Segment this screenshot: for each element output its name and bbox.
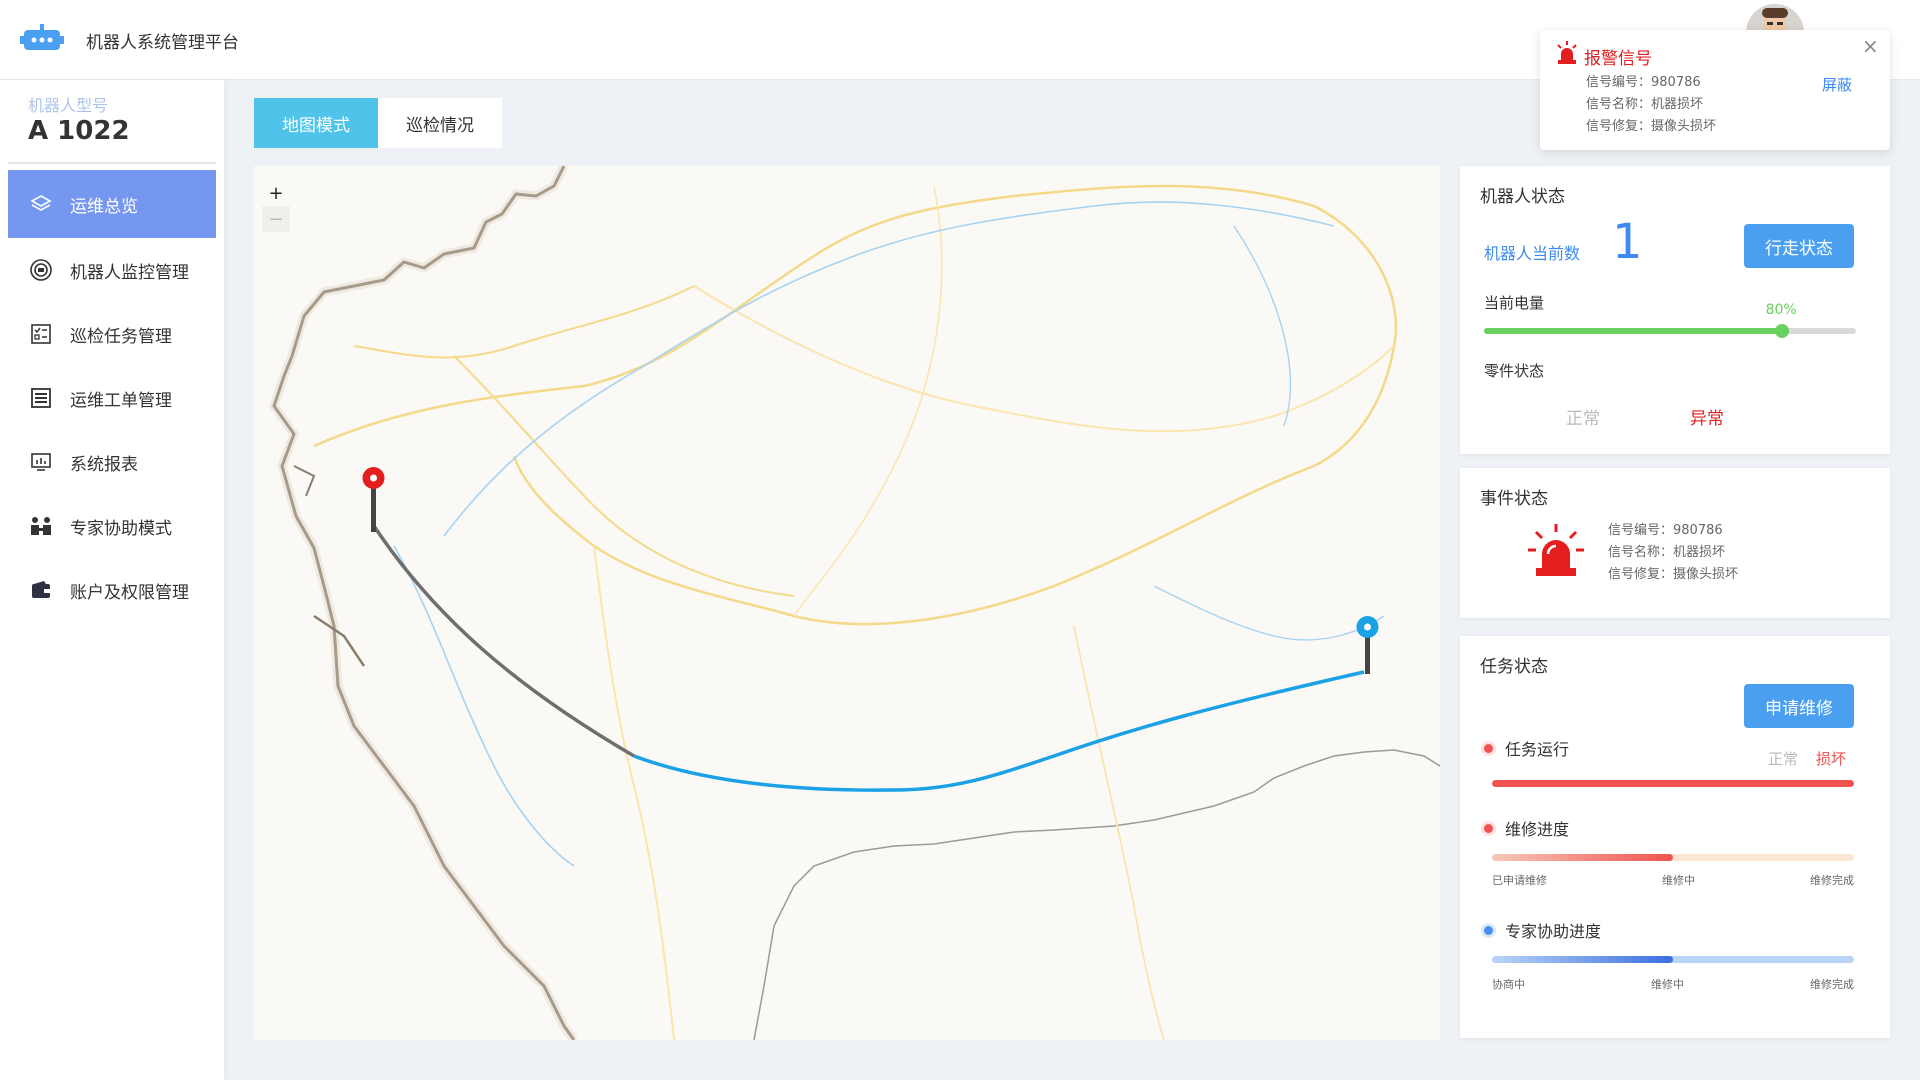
robot-status-card: 机器人状态 机器人当前数 1 行走状态 当前电量 80% 零件状态 正常 异常	[1460, 166, 1890, 454]
red-dot-icon	[1484, 823, 1493, 833]
zoom-in-button[interactable]: +	[262, 180, 290, 206]
battery-bar: 80%	[1484, 302, 1856, 338]
repair-stage-in-progress: 维修中	[1662, 874, 1695, 887]
expert-progress-fill	[1492, 956, 1673, 963]
task-status-title: 任务状态	[1480, 657, 1548, 677]
battery-label: 当前电量	[1484, 294, 1545, 312]
tab-map-mode[interactable]: 地图模式	[254, 98, 378, 148]
sidebar-item-work-orders[interactable]: 运维工单管理	[8, 366, 216, 430]
expert-progress-label: 专家协助进度	[1484, 918, 1601, 942]
alarm-signal-name: 信号名称：机器损坏	[1586, 97, 1704, 112]
apply-repair-button[interactable]: 申请维修	[1744, 684, 1854, 728]
tab-inspection-status[interactable]: 巡检情况	[378, 98, 502, 148]
wallet-icon	[28, 577, 54, 603]
parts-normal-status[interactable]: 正常	[1566, 404, 1600, 429]
repair-stages: 已申请维修 维修中 维修完成	[1492, 872, 1854, 888]
sidebar-item-label: 运维工单管理	[70, 390, 172, 411]
expert-progress-bar	[1492, 956, 1854, 963]
sidebar-menu: 运维总览 机器人监控管理 巡检任务管理 运维工单管理 系统报表 专家协助模式 账…	[8, 170, 216, 622]
alarm-info: 信号编号：980786 信号名称：机器损坏 信号修复：摄像头损坏	[1586, 72, 1716, 138]
expert-stages: 协商中 维修中 维修完成	[1492, 976, 1854, 992]
sidebar-item-accounts[interactable]: 账户及权限管理	[8, 558, 216, 622]
battery-percent: 80%	[1765, 302, 1797, 318]
task-run-damaged[interactable]: 损坏	[1816, 748, 1846, 769]
alarm-notification: 报警信号 × 信号编号：980786 信号名称：机器损坏 信号修复：摄像头损坏 …	[1540, 30, 1890, 150]
expert-stage-done: 维修完成	[1810, 978, 1854, 991]
robot-status-title: 机器人状态	[1480, 187, 1565, 207]
sidebar-item-label: 专家协助模式	[70, 518, 172, 539]
sidebar-item-inspection-tasks[interactable]: 巡检任务管理	[8, 302, 216, 366]
alarm-siren-icon	[1557, 41, 1577, 64]
red-dot-icon	[1484, 743, 1493, 753]
sidebar-item-label: 机器人监控管理	[70, 262, 189, 283]
expert-stage-negotiating: 协商中	[1492, 978, 1525, 991]
zoom-control: + −	[262, 180, 290, 232]
repair-progress-fill	[1492, 854, 1673, 861]
map-canvas	[269, 166, 1440, 1040]
sidebar-item-label: 系统报表	[70, 454, 138, 475]
parts-status-label: 零件状态	[1484, 362, 1545, 380]
event-signal-repair: 信号修复：摄像头损坏	[1608, 567, 1739, 582]
blue-dot-icon	[1484, 925, 1493, 935]
robot-count-value: 1	[1612, 214, 1643, 270]
event-signal-name: 信号名称：机器损坏	[1608, 545, 1726, 560]
sidebar-item-expert-assist[interactable]: 专家协助模式	[8, 494, 216, 558]
robot-count-label: 机器人当前数	[1484, 244, 1581, 263]
people-icon	[28, 513, 54, 539]
list-icon	[28, 385, 54, 411]
shield-alarm-link[interactable]: 屏蔽	[1822, 74, 1852, 95]
event-status-card: 事件状态 信号编号：980786 信号名称：机器损坏 信号修复：摄像头损坏	[1460, 468, 1890, 618]
alarm-title: 报警信号	[1584, 49, 1652, 69]
expert-progress-text: 专家协助进度	[1505, 922, 1602, 941]
event-info: 信号编号：980786 信号名称：机器损坏 信号修复：摄像头损坏	[1608, 520, 1738, 586]
siren-icon	[1528, 524, 1584, 576]
model-value: A 1022	[28, 116, 130, 146]
sidebar: 机器人型号 A 1022 运维总览 机器人监控管理 巡检任务管理 运维工单管理	[0, 80, 224, 1080]
parts-abnormal-status[interactable]: 异常	[1690, 404, 1724, 429]
sidebar-item-label: 账户及权限管理	[70, 582, 189, 603]
map-view[interactable]: + −	[254, 166, 1440, 1040]
sidebar-item-label: 运维总览	[70, 196, 138, 217]
layers-icon	[28, 191, 54, 217]
repair-stage-applied: 已申请维修	[1492, 874, 1547, 887]
task-run-text: 任务运行	[1505, 740, 1570, 759]
zoom-out-button[interactable]: −	[262, 206, 290, 232]
battery-bar-knob	[1774, 324, 1789, 338]
sidebar-item-reports[interactable]: 系统报表	[8, 430, 216, 494]
close-icon[interactable]: ×	[1862, 34, 1879, 58]
expert-stage-in-progress: 维修中	[1651, 978, 1684, 991]
battery-bar-fill	[1484, 328, 1782, 334]
sidebar-item-robot-monitor[interactable]: 机器人监控管理	[8, 238, 216, 302]
task-run-bar	[1492, 780, 1854, 787]
app-title: 机器人系统管理平台	[86, 33, 239, 53]
alarm-signal-id: 信号编号：980786	[1586, 75, 1701, 90]
event-signal-id: 信号编号：980786	[1608, 523, 1723, 538]
repair-progress-bar	[1492, 854, 1854, 861]
model-label: 机器人型号	[28, 96, 109, 115]
alarm-signal-repair: 信号修复：摄像头损坏	[1586, 119, 1717, 134]
task-run-label: 任务运行	[1484, 736, 1569, 760]
task-run-normal[interactable]: 正常	[1768, 748, 1798, 769]
sidebar-item-ops-overview[interactable]: 运维总览	[8, 170, 216, 238]
walk-status-button[interactable]: 行走状态	[1744, 224, 1854, 268]
task-status-card: 任务状态 申请维修 任务运行 正常 损坏 维修进度 已申请维修 维修中 维修完成…	[1460, 636, 1890, 1038]
checklist-icon	[28, 321, 54, 347]
sidebar-divider	[8, 162, 216, 164]
event-status-title: 事件状态	[1480, 489, 1548, 509]
robot-icon	[20, 24, 64, 50]
mode-tabs: 地图模式 巡检情况	[254, 98, 502, 148]
monitor-ring-icon	[28, 257, 54, 283]
report-screen-icon	[28, 449, 54, 475]
repair-progress-label: 维修进度	[1484, 816, 1569, 840]
sidebar-item-label: 巡检任务管理	[70, 326, 172, 347]
repair-stage-done: 维修完成	[1810, 874, 1854, 887]
repair-progress-text: 维修进度	[1505, 820, 1570, 839]
